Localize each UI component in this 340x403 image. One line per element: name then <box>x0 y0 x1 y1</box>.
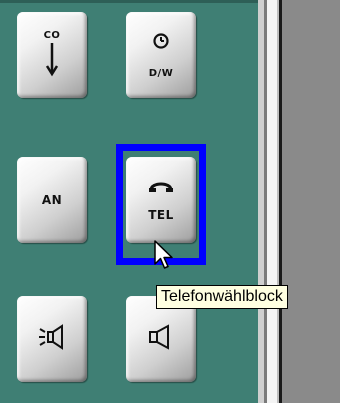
splitter-handle[interactable] <box>267 0 277 403</box>
tooltip: Telefonwählblock <box>156 285 288 309</box>
speaker-sound-button[interactable] <box>17 296 87 382</box>
an-label: AN <box>41 193 63 207</box>
mouse-pointer-icon <box>154 240 174 276</box>
speaker-sound-icon <box>38 324 66 354</box>
speaker-icon <box>147 324 175 354</box>
tel-button[interactable]: TEL <box>126 157 196 243</box>
tel-label: TEL <box>148 207 174 222</box>
an-button[interactable]: AN <box>17 157 87 243</box>
co-label: CO <box>43 29 61 41</box>
dw-button[interactable]: D/W <box>126 12 196 98</box>
right-pane <box>282 0 340 403</box>
down-arrow-icon <box>45 41 59 81</box>
handset-icon <box>148 179 174 198</box>
clock-icon <box>152 32 170 54</box>
dw-label: D/W <box>148 67 174 79</box>
co-button[interactable]: CO <box>17 12 87 98</box>
